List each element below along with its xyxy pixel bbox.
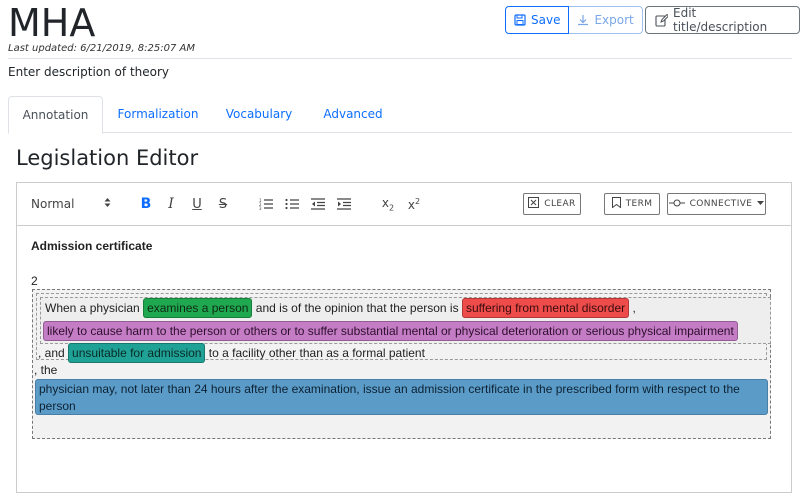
annotation-line-3: , and unsuitable for admission to a faci… [38, 343, 425, 363]
indent-icon[interactable] [335, 193, 353, 215]
term-chip[interactable]: suffering from mental disorder [461, 298, 630, 318]
annotation-line-2: likely to cause harm to the person or ot… [43, 321, 738, 341]
tab-advanced[interactable]: Advanced [313, 96, 393, 133]
clear-label: Clear [544, 199, 576, 209]
consequence-chip[interactable]: physician may, not later than 24 hours a… [35, 379, 768, 415]
annotation-block-outer[interactable]: When a physician examines a person and i… [32, 289, 771, 439]
annotation-block-opinion[interactable]: When a physician examines a person and i… [40, 297, 771, 344]
term-chip[interactable]: examines a person [143, 298, 253, 318]
page-title: MHA [8, 1, 96, 45]
outdent-icon[interactable] [309, 193, 327, 215]
tab-bar: Annotation Formalization Vocabulary Adva… [8, 96, 792, 134]
export-label: Export [594, 13, 634, 27]
superscript-icon[interactable]: x2 [405, 193, 423, 215]
section-number: 2 [31, 274, 38, 288]
tab-vocabulary[interactable]: Vocabulary [218, 96, 300, 133]
theory-description[interactable]: Enter description of theory [8, 65, 169, 79]
connective-label: Connective [689, 199, 753, 209]
save-icon [514, 14, 526, 26]
export-button[interactable]: Export [569, 6, 643, 34]
caret-down-icon [757, 199, 765, 209]
editor-content[interactable]: Admission certificate 2 When a physician… [17, 227, 791, 492]
annotation-line-4: , the [34, 363, 58, 377]
divider [8, 58, 792, 59]
annotation-block-condition[interactable]: When a physician examines a person and i… [36, 293, 771, 363]
italic-icon[interactable]: I [162, 193, 180, 215]
paragraph-style-select[interactable]: Normal [31, 193, 111, 215]
tab-formalization[interactable]: Formalization [108, 96, 208, 133]
select-arrows-icon [104, 197, 111, 211]
paragraph-style-value: Normal [31, 197, 75, 211]
edit-icon [655, 13, 668, 27]
term-chip[interactable]: likely to cause harm to the person or ot… [43, 321, 738, 341]
clear-button[interactable]: Clear [523, 193, 581, 215]
term-label: Term [625, 199, 653, 209]
strikethrough-icon[interactable]: S [214, 193, 232, 215]
download-icon [577, 14, 589, 26]
edit-title-button[interactable]: Edit title/description [645, 6, 800, 34]
legislation-editor: Normal B I U S 123 x2 x2 CLEAR TERM CONN… [16, 182, 792, 493]
underline-icon[interactable]: U [188, 193, 206, 215]
last-updated: Last updated: 6/21/2019, 8:25:07 AM [8, 43, 195, 54]
term-button[interactable]: Term [604, 193, 660, 215]
editor-heading: Legislation Editor [16, 146, 199, 170]
bullet-list-icon[interactable] [283, 193, 301, 215]
edit-label: Edit title/description [673, 6, 768, 34]
save-export-group: Save Export [505, 6, 643, 34]
document-heading: Admission certificate [31, 239, 153, 253]
tab-annotation[interactable]: Annotation [8, 96, 103, 134]
save-label: Save [531, 13, 561, 27]
clear-icon [528, 197, 540, 211]
svg-text:3: 3 [259, 206, 262, 210]
connective-icon [668, 199, 685, 210]
bookmark-icon [611, 197, 621, 211]
subscript-icon[interactable]: x2 [379, 193, 397, 215]
connective-dropdown[interactable]: Connective [667, 193, 766, 215]
annotation-line-1: When a physician examines a person and i… [45, 298, 636, 318]
save-button[interactable]: Save [505, 6, 570, 34]
term-chip[interactable]: unsuitable for admission [68, 343, 206, 363]
ordered-list-icon[interactable]: 123 [257, 193, 275, 215]
editor-toolbar: Normal B I U S 123 x2 x2 CLEAR TERM CONN… [17, 183, 791, 226]
bold-icon[interactable]: B [137, 193, 155, 215]
